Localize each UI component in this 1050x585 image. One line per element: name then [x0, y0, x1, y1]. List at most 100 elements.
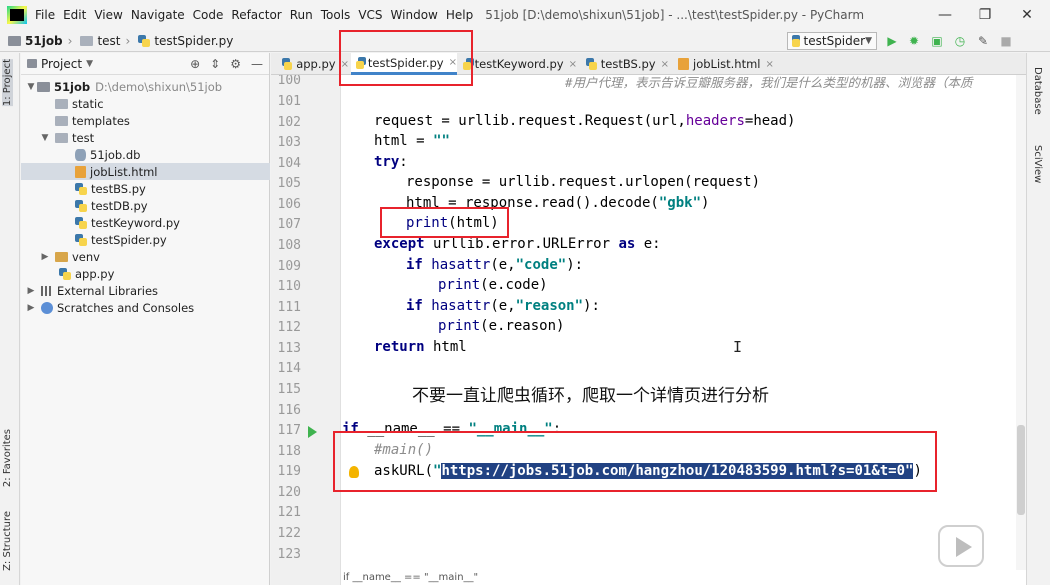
chevron-down-icon[interactable]: ▼ [86, 59, 93, 69]
debug-icon[interactable]: ✹ [906, 33, 922, 49]
line-number: 103 [277, 135, 301, 150]
tree-node-testspider[interactable]: testSpider.py [21, 231, 270, 248]
pycharm-window: File Edit View Navigate Code Refactor Ru… [0, 0, 1050, 585]
chevron-right-icon: ▶ [27, 302, 35, 313]
menu-tools[interactable]: Tools [321, 8, 351, 22]
menu-view[interactable]: View [94, 8, 122, 22]
tree-node-testkeyword[interactable]: testKeyword.py [21, 214, 270, 231]
minimize-icon[interactable]: — [930, 4, 960, 26]
chevron-down-icon: ▼ [27, 81, 35, 92]
tree-node-static[interactable]: static [21, 95, 270, 112]
line-number: 114 [277, 361, 301, 376]
line-number: 110 [277, 279, 301, 294]
gear-icon[interactable]: ⚙ [230, 57, 241, 71]
hide-panel-icon[interactable]: — [251, 57, 263, 71]
tab-favorites-tool[interactable]: 2: Favorites [2, 429, 13, 487]
run-gutter-icon[interactable] [308, 426, 317, 438]
line-number-gutter: 100 101 102 103 104 105 106 107 108 109 … [271, 75, 341, 585]
line-number: 117 [277, 423, 301, 438]
tree-node-testdb[interactable]: testDB.py [21, 197, 270, 214]
line-number: 108 [277, 238, 301, 253]
highlight-box-print [380, 207, 509, 238]
locate-file-icon[interactable]: ⊕ [190, 57, 200, 71]
run-configuration-select[interactable]: testSpider ▼ [787, 32, 877, 50]
menu-vcs[interactable]: VCS [358, 8, 382, 22]
close-window-icon[interactable]: ✕ [1012, 4, 1042, 26]
line-number: 100 [277, 75, 301, 88]
breadcrumb-project[interactable]: 51job › [8, 34, 72, 48]
line-number: 107 [277, 217, 301, 232]
folder-icon [55, 98, 68, 109]
chevron-down-icon: ▼ [41, 132, 49, 143]
window-title: 51job [D:\demo\shixun\51job] - ...\test\… [485, 8, 865, 22]
tree-node-scratches[interactable]: ▶ Scratches and Consoles [21, 299, 270, 316]
tab-app-py[interactable]: app.py × [275, 53, 349, 75]
tab-database-tool[interactable]: Database [1032, 67, 1043, 115]
menu-code[interactable]: Code [193, 8, 224, 22]
code-line: except urllib.error.URLError as e: [374, 236, 661, 252]
code-line: print(e.code) [438, 277, 548, 293]
tab-sciview-tool[interactable]: SciView [1032, 145, 1043, 183]
restore-icon[interactable]: ❐ [970, 4, 1000, 26]
tree-node-testbs[interactable]: testBS.py [21, 180, 270, 197]
code-line: try: [374, 154, 408, 170]
tab-testbs-py[interactable]: testBS.py × [579, 53, 669, 75]
folder-icon [55, 115, 68, 126]
tree-node-joblist-html[interactable]: jobList.html [21, 163, 270, 180]
tree-node-venv[interactable]: ▶ venv [21, 248, 270, 265]
coverage-icon[interactable]: ▣ [929, 33, 945, 49]
database-file-icon [75, 148, 86, 161]
chevron-right-icon: › [125, 33, 131, 48]
tree-node-root[interactable]: ▼ 51job D:\demo\shixun\51job [21, 78, 270, 95]
tab-structure-tool[interactable]: Z: Structure [2, 511, 13, 571]
folder-icon [55, 132, 68, 143]
tree-node-app[interactable]: app.py [21, 265, 270, 282]
line-number: 105 [277, 176, 301, 191]
line-number: 106 [277, 197, 301, 212]
project-panel: Project ▼ ⊕ ⇕ ⚙ — ▼ 51job D:\demo\shixun… [21, 53, 270, 585]
line-number: 116 [277, 403, 301, 418]
line-number: 109 [277, 259, 301, 274]
menu-refactor[interactable]: Refactor [231, 8, 281, 22]
library-icon [41, 285, 53, 296]
menu-edit[interactable]: Edit [63, 8, 86, 22]
python-file-icon [75, 199, 87, 212]
tab-testkeyword-py[interactable]: testKeyword.py × [459, 53, 577, 75]
tree-node-test[interactable]: ▼ test [21, 129, 270, 146]
code-line: if hasattr(e,"code"): [406, 257, 584, 273]
breadcrumb-test[interactable]: test › [80, 34, 130, 48]
close-icon[interactable]: × [661, 59, 669, 70]
code-line: html = "" [374, 133, 450, 149]
menu-help[interactable]: Help [446, 8, 473, 22]
code-line: request = urllib.request.Request(url,hea… [374, 113, 796, 129]
profile-icon[interactable]: ◷ [952, 33, 968, 49]
python-file-icon [75, 182, 87, 195]
scrollbar-thumb[interactable] [1017, 425, 1025, 515]
collapse-icon[interactable]: ⇕ [210, 57, 220, 71]
chevron-right-icon: ▶ [27, 285, 35, 296]
tab-joblist-html[interactable]: jobList.html × [671, 53, 775, 75]
tree-node-templates[interactable]: templates [21, 112, 270, 129]
build-icon[interactable]: ✎ [975, 33, 991, 49]
python-file-icon [791, 35, 800, 47]
menu-run[interactable]: Run [290, 8, 313, 22]
tab-project-tool[interactable]: 1: Project [2, 59, 13, 107]
code-editor[interactable]: 100 101 102 103 104 105 106 107 108 109 … [271, 75, 1026, 585]
stop-icon[interactable]: ■ [998, 33, 1014, 49]
menu-navigate[interactable]: Navigate [131, 8, 185, 22]
breadcrumb-file[interactable]: testSpider.py [138, 34, 233, 48]
code-line: response = urllib.request.urlopen(reques… [406, 174, 761, 190]
code-line: print(e.reason) [438, 318, 565, 334]
title-bar: File Edit View Navigate Code Refactor Ru… [0, 0, 1050, 30]
tree-node-51job-db[interactable]: 51job.db [21, 146, 270, 163]
close-icon[interactable]: × [765, 59, 773, 70]
line-number: 112 [277, 320, 301, 335]
menu-file[interactable]: File [35, 8, 55, 22]
run-icon[interactable]: ▶ [884, 33, 900, 49]
close-icon[interactable]: × [569, 59, 577, 70]
chevron-right-icon: › [67, 33, 73, 48]
video-play-icon[interactable] [938, 525, 984, 567]
menu-window[interactable]: Window [391, 8, 438, 22]
right-tool-strip: Database SciView [1026, 53, 1050, 585]
tree-node-external-libraries[interactable]: ▶ External Libraries [21, 282, 270, 299]
